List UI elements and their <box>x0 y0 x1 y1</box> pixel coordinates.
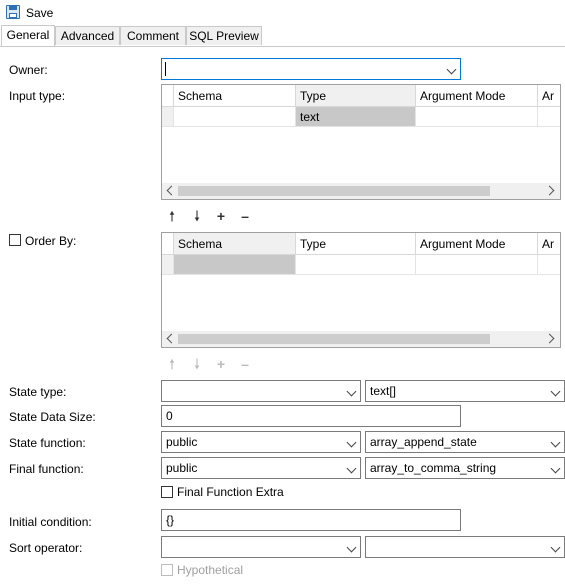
state-type-label: State type: <box>9 385 67 399</box>
order-by-checkbox[interactable] <box>9 234 21 246</box>
scroll-right-icon[interactable] <box>544 333 555 344</box>
chevron-down-icon <box>446 64 457 75</box>
state-data-size-input[interactable]: 0 <box>161 405 461 427</box>
order-by-label: Order By: <box>25 234 77 248</box>
plus-icon[interactable]: + <box>214 357 228 371</box>
tab-sql-preview[interactable]: SQL Preview <box>186 26 262 45</box>
state-function-label: State function: <box>9 436 86 450</box>
scroll-thumb[interactable] <box>178 334 490 344</box>
save-button[interactable]: Save <box>2 2 54 24</box>
final-function-extra-label: Final Function Extra <box>177 485 284 499</box>
chevron-down-icon <box>346 386 357 397</box>
arrow-down-icon[interactable]: 🠗 <box>190 209 204 223</box>
tab-bar: General Advanced Comment SQL Preview <box>0 25 565 47</box>
state-function-schema-select[interactable]: public <box>161 431 361 453</box>
arrow-up-icon[interactable]: 🠕 <box>165 209 179 223</box>
state-type-select[interactable]: text[] <box>365 380 565 402</box>
cell-schema[interactable] <box>174 107 296 127</box>
row-indicator[interactable] <box>162 255 174 275</box>
input-type-grid[interactable]: Schema Type Argument Mode Ar text <box>161 84 561 200</box>
chevron-down-icon <box>550 386 561 397</box>
grid-header-corner <box>162 233 174 255</box>
tab-comment[interactable]: Comment <box>120 26 186 45</box>
final-function-label: Final function: <box>9 462 84 476</box>
grid-header-ar[interactable]: Ar <box>538 233 560 255</box>
cell-type[interactable]: text <box>296 107 416 127</box>
hypothetical-checkbox[interactable] <box>161 564 173 576</box>
grid-header-argument-mode[interactable]: Argument Mode <box>416 233 538 255</box>
owner-label: Owner: <box>9 63 48 77</box>
chevron-down-icon <box>346 542 357 553</box>
cell-ar[interactable] <box>538 107 560 127</box>
initial-condition-label: Initial condition: <box>9 515 92 529</box>
scroll-left-icon[interactable] <box>166 185 177 196</box>
plus-icon[interactable]: + <box>214 209 228 223</box>
grid-header-type[interactable]: Type <box>296 233 416 255</box>
chevron-down-icon <box>550 542 561 553</box>
cell-ar[interactable] <box>538 255 560 275</box>
sort-operator-select[interactable] <box>365 536 565 558</box>
chevron-down-icon <box>346 437 357 448</box>
state-type-schema-select[interactable] <box>161 380 361 402</box>
grid-header-argument-mode[interactable]: Argument Mode <box>416 85 538 107</box>
scroll-thumb[interactable] <box>178 186 490 196</box>
arrow-down-icon[interactable]: 🠗 <box>190 357 204 371</box>
grid-header-schema[interactable]: Schema <box>174 85 296 107</box>
floppy-disk-icon <box>6 5 20 19</box>
chevron-down-icon <box>550 437 561 448</box>
final-function-schema-select[interactable]: public <box>161 457 361 479</box>
horizontal-scrollbar[interactable] <box>162 183 560 199</box>
arrow-up-icon[interactable]: 🠕 <box>165 357 179 371</box>
owner-select[interactable] <box>161 58 461 80</box>
order-by-grid[interactable]: Schema Type Argument Mode Ar <box>161 232 561 348</box>
toolbar: Save <box>0 0 565 26</box>
grid-header-ar[interactable]: Ar <box>538 85 560 107</box>
sort-operator-label: Sort operator: <box>9 541 83 555</box>
initial-condition-input[interactable]: {} <box>161 509 461 531</box>
cell-type[interactable] <box>296 255 416 275</box>
tab-advanced[interactable]: Advanced <box>55 26 120 45</box>
cell-argument-mode[interactable] <box>416 107 538 127</box>
state-function-select[interactable]: array_append_state <box>365 431 565 453</box>
minus-icon[interactable]: – <box>238 209 252 223</box>
state-data-size-label: State Data Size: <box>9 410 96 424</box>
minus-icon[interactable]: – <box>238 357 252 371</box>
chevron-down-icon <box>346 463 357 474</box>
tab-general[interactable]: General <box>1 25 55 46</box>
row-indicator[interactable] <box>162 107 174 127</box>
save-label: Save <box>26 6 54 20</box>
cell-schema[interactable] <box>174 255 296 275</box>
grid-header-corner <box>162 85 174 107</box>
hypothetical-label: Hypothetical <box>177 563 244 577</box>
scroll-right-icon[interactable] <box>544 185 555 196</box>
scroll-left-icon[interactable] <box>166 333 177 344</box>
input-type-label: Input type: <box>9 89 66 103</box>
grid-header-type[interactable]: Type <box>296 85 416 107</box>
text-caret <box>165 62 166 76</box>
grid-header-schema[interactable]: Schema <box>174 233 296 255</box>
final-function-extra-checkbox[interactable] <box>161 486 173 498</box>
chevron-down-icon <box>550 463 561 474</box>
sort-operator-schema-select[interactable] <box>161 536 361 558</box>
cell-argument-mode[interactable] <box>416 255 538 275</box>
final-function-select[interactable]: array_to_comma_string <box>365 457 565 479</box>
horizontal-scrollbar[interactable] <box>162 331 560 347</box>
